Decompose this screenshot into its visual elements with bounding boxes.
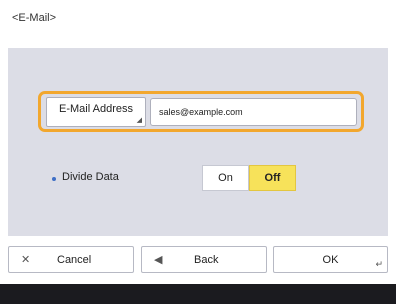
email-address-value: sales@example.com xyxy=(159,107,243,117)
ok-button[interactable]: OK ↵ xyxy=(273,246,388,273)
enter-corner-icon: ↵ xyxy=(375,259,383,269)
divide-data-on-button[interactable]: On xyxy=(202,165,249,191)
email-address-input[interactable]: sales@example.com xyxy=(150,98,357,126)
divide-data-label: Divide Data xyxy=(62,171,119,183)
back-button[interactable]: ◀ Back xyxy=(141,246,267,273)
divide-data-off-button[interactable]: Off xyxy=(249,165,296,191)
corner-mark-icon: ◢ xyxy=(136,117,142,124)
cancel-button[interactable]: ✕ Cancel xyxy=(8,246,134,273)
cancel-label: Cancel xyxy=(57,253,92,266)
back-label: Back xyxy=(194,253,219,266)
settings-panel xyxy=(8,48,388,236)
bullet-icon xyxy=(52,177,56,181)
email-address-label: E-Mail Address xyxy=(59,103,133,115)
ok-label: OK xyxy=(322,253,339,266)
close-icon: ✕ xyxy=(21,254,31,266)
email-address-button[interactable]: E-Mail Address ◢ xyxy=(46,97,146,127)
screen-title: <E-Mail> xyxy=(12,12,57,24)
bottom-bar xyxy=(0,284,396,304)
back-arrow-icon: ◀ xyxy=(154,254,163,266)
